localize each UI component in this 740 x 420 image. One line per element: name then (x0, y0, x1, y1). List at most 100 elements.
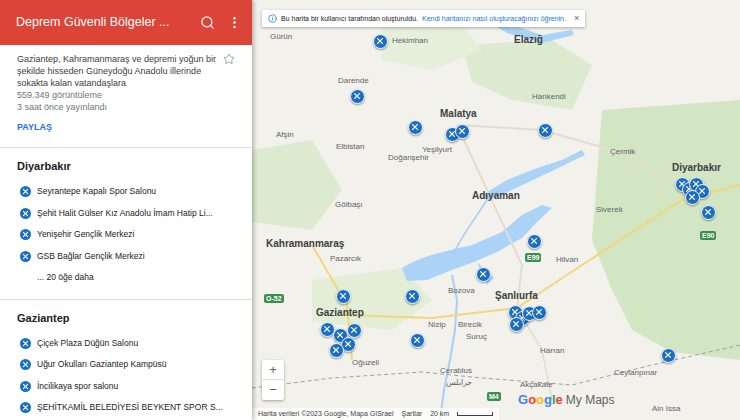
place-name: Uğur Okulları Gaziantep Kampüsü (37, 358, 166, 371)
side-panel: Deprem Güvenli Bölgeler ... Gaziantep, Ka… (0, 0, 252, 420)
zoom-control: +− (262, 360, 284, 400)
map-pin[interactable] (661, 348, 676, 363)
scale-bar (457, 412, 493, 416)
place-item[interactable]: Çiçek Plaza Düğün Salonu (0, 333, 252, 355)
tools-icon (339, 292, 347, 300)
place-label: Elazığ (514, 34, 543, 46)
place-name: İncilikaya spor salonu (37, 380, 118, 393)
place-item[interactable]: Şehit Halit Gülser Kız Anadolu İmam Hati… (0, 203, 252, 225)
map-canvas[interactable]: E99E90O-52M4GürünHekimhanElazığDarendeHa… (252, 0, 740, 420)
tools-icon (408, 292, 416, 300)
tools-icon (541, 126, 549, 134)
place-label: Pazarcık (330, 254, 361, 264)
panel-header: Deprem Güvenli Bölgeler ... (0, 0, 252, 45)
tools-icon (535, 308, 543, 316)
star-icon[interactable] (223, 53, 235, 65)
tools-icon (479, 270, 487, 278)
layer-title[interactable]: Diyarbakır (0, 148, 252, 181)
map-pin[interactable] (509, 317, 524, 332)
map-pin[interactable] (350, 89, 365, 104)
tools-icon (22, 188, 29, 195)
place-item[interactable]: Yenişehir Gençlik Merkezi (0, 224, 252, 246)
place-label: Çermik (610, 147, 635, 157)
place-label: Siverek (596, 205, 623, 215)
view-count: 559.349 görüntüleme (17, 89, 235, 101)
place-marker-icon (20, 229, 31, 240)
place-label: Hekimhan (392, 36, 428, 46)
map-pin[interactable] (408, 120, 423, 135)
attribution: Harita verileri ©2023 Google, Mapa GISra… (258, 409, 394, 419)
map-pin[interactable] (476, 267, 491, 282)
place-item[interactable]: Seyrantepe Kapalı Spor Salonu (0, 181, 252, 203)
place-label: Gölbaşı (335, 200, 363, 210)
place-label: Suruç (466, 332, 487, 342)
my-maps-page: Deprem Güvenli Bölgeler ... Gaziantep, Ka… (0, 0, 740, 420)
place-label: Nizip (428, 320, 446, 330)
map-pin[interactable] (347, 323, 362, 338)
search-icon[interactable] (200, 15, 215, 30)
tools-icon (353, 92, 361, 100)
map-pin[interactable] (532, 305, 547, 320)
map-pin[interactable] (455, 124, 470, 139)
place-label: Birecik (458, 320, 482, 330)
place-name: Çiçek Plaza Düğün Salonu (37, 337, 138, 350)
tools-icon (376, 37, 384, 45)
place-label: Kahramanmaraş (266, 238, 344, 250)
tools-icon (350, 326, 358, 334)
share-button[interactable]: PAYLAŞ (17, 121, 52, 133)
map-pin[interactable] (336, 289, 351, 304)
map-pin[interactable] (405, 289, 420, 304)
place-label: Diyarbakır (672, 162, 721, 174)
road-badge: E90 (700, 231, 716, 240)
tools-icon (512, 320, 520, 328)
map-title[interactable]: Deprem Güvenli Bölgeler ... (16, 13, 170, 32)
scale-label: 20 km (430, 409, 449, 419)
place-item[interactable]: Uğur Okulları Gaziantep Kampüsü (0, 354, 252, 376)
more-icon[interactable] (227, 15, 242, 30)
place-label: Malatya (440, 108, 477, 120)
place-marker-icon (20, 338, 31, 349)
tools-icon (413, 336, 421, 344)
place-name: GSB Bağlar Gençlik Merkezi (37, 250, 145, 263)
map-pin[interactable] (685, 190, 700, 205)
banner-link[interactable]: Kendi haritanızı nasıl oluşturacağınızı … (422, 14, 566, 23)
place-marker-icon (20, 251, 31, 262)
tools-icon (22, 253, 29, 260)
google-my-maps-logo: GoogleMy Maps (518, 392, 615, 408)
map-pin[interactable] (538, 123, 553, 138)
place-label: Gaziantep (316, 307, 364, 319)
place-label: Hankendi (532, 92, 566, 102)
place-marker-icon (20, 208, 31, 219)
place-label: Afşin (276, 130, 294, 140)
map-pin[interactable] (527, 234, 542, 249)
map-pin[interactable] (410, 333, 425, 348)
place-name: Seyrantepe Kapalı Spor Salonu (37, 185, 156, 198)
map-description: Gaziantep, Kahramanmaraş ve depremi yoğu… (17, 53, 217, 89)
tools-icon (344, 340, 352, 348)
tools-icon (458, 127, 466, 135)
map-pin[interactable] (701, 205, 716, 220)
place-label: Ain Issa (652, 404, 680, 414)
banner-close[interactable]: × (574, 14, 579, 23)
tools-icon (688, 193, 696, 201)
place-marker-icon (20, 359, 31, 370)
tools-icon (411, 123, 419, 131)
place-label: جرابلس (446, 378, 472, 388)
place-marker-icon (20, 381, 31, 392)
layer-section: Gaziantep Çiçek Plaza Düğün Salonu Uğur Ok… (0, 299, 252, 419)
zoom-out-button[interactable]: − (262, 380, 284, 400)
map-pin[interactable] (329, 343, 344, 358)
tools-icon (22, 340, 29, 347)
place-item[interactable]: ŞEHİTKAMİL BELEDİYESİ BEYKENT SPOR S... (0, 397, 252, 419)
map-pin[interactable] (373, 34, 388, 49)
place-item[interactable]: İncilikaya spor salonu (0, 376, 252, 398)
place-item[interactable]: GSB Bağlar Gençlik Merkezi (0, 246, 252, 268)
zoom-in-button[interactable]: + (262, 360, 284, 380)
layer-title[interactable]: Gaziantep (0, 300, 252, 333)
terms-link[interactable]: Şartlar (402, 409, 423, 419)
place-label: Bozova (448, 286, 475, 296)
info-banner: Bu harita bir kullanıcı tarafından oluşt… (262, 10, 585, 27)
place-label: Adıyaman (472, 190, 520, 202)
more-items[interactable]: ... 20 öğe daha (0, 267, 252, 289)
tools-icon (22, 361, 29, 368)
